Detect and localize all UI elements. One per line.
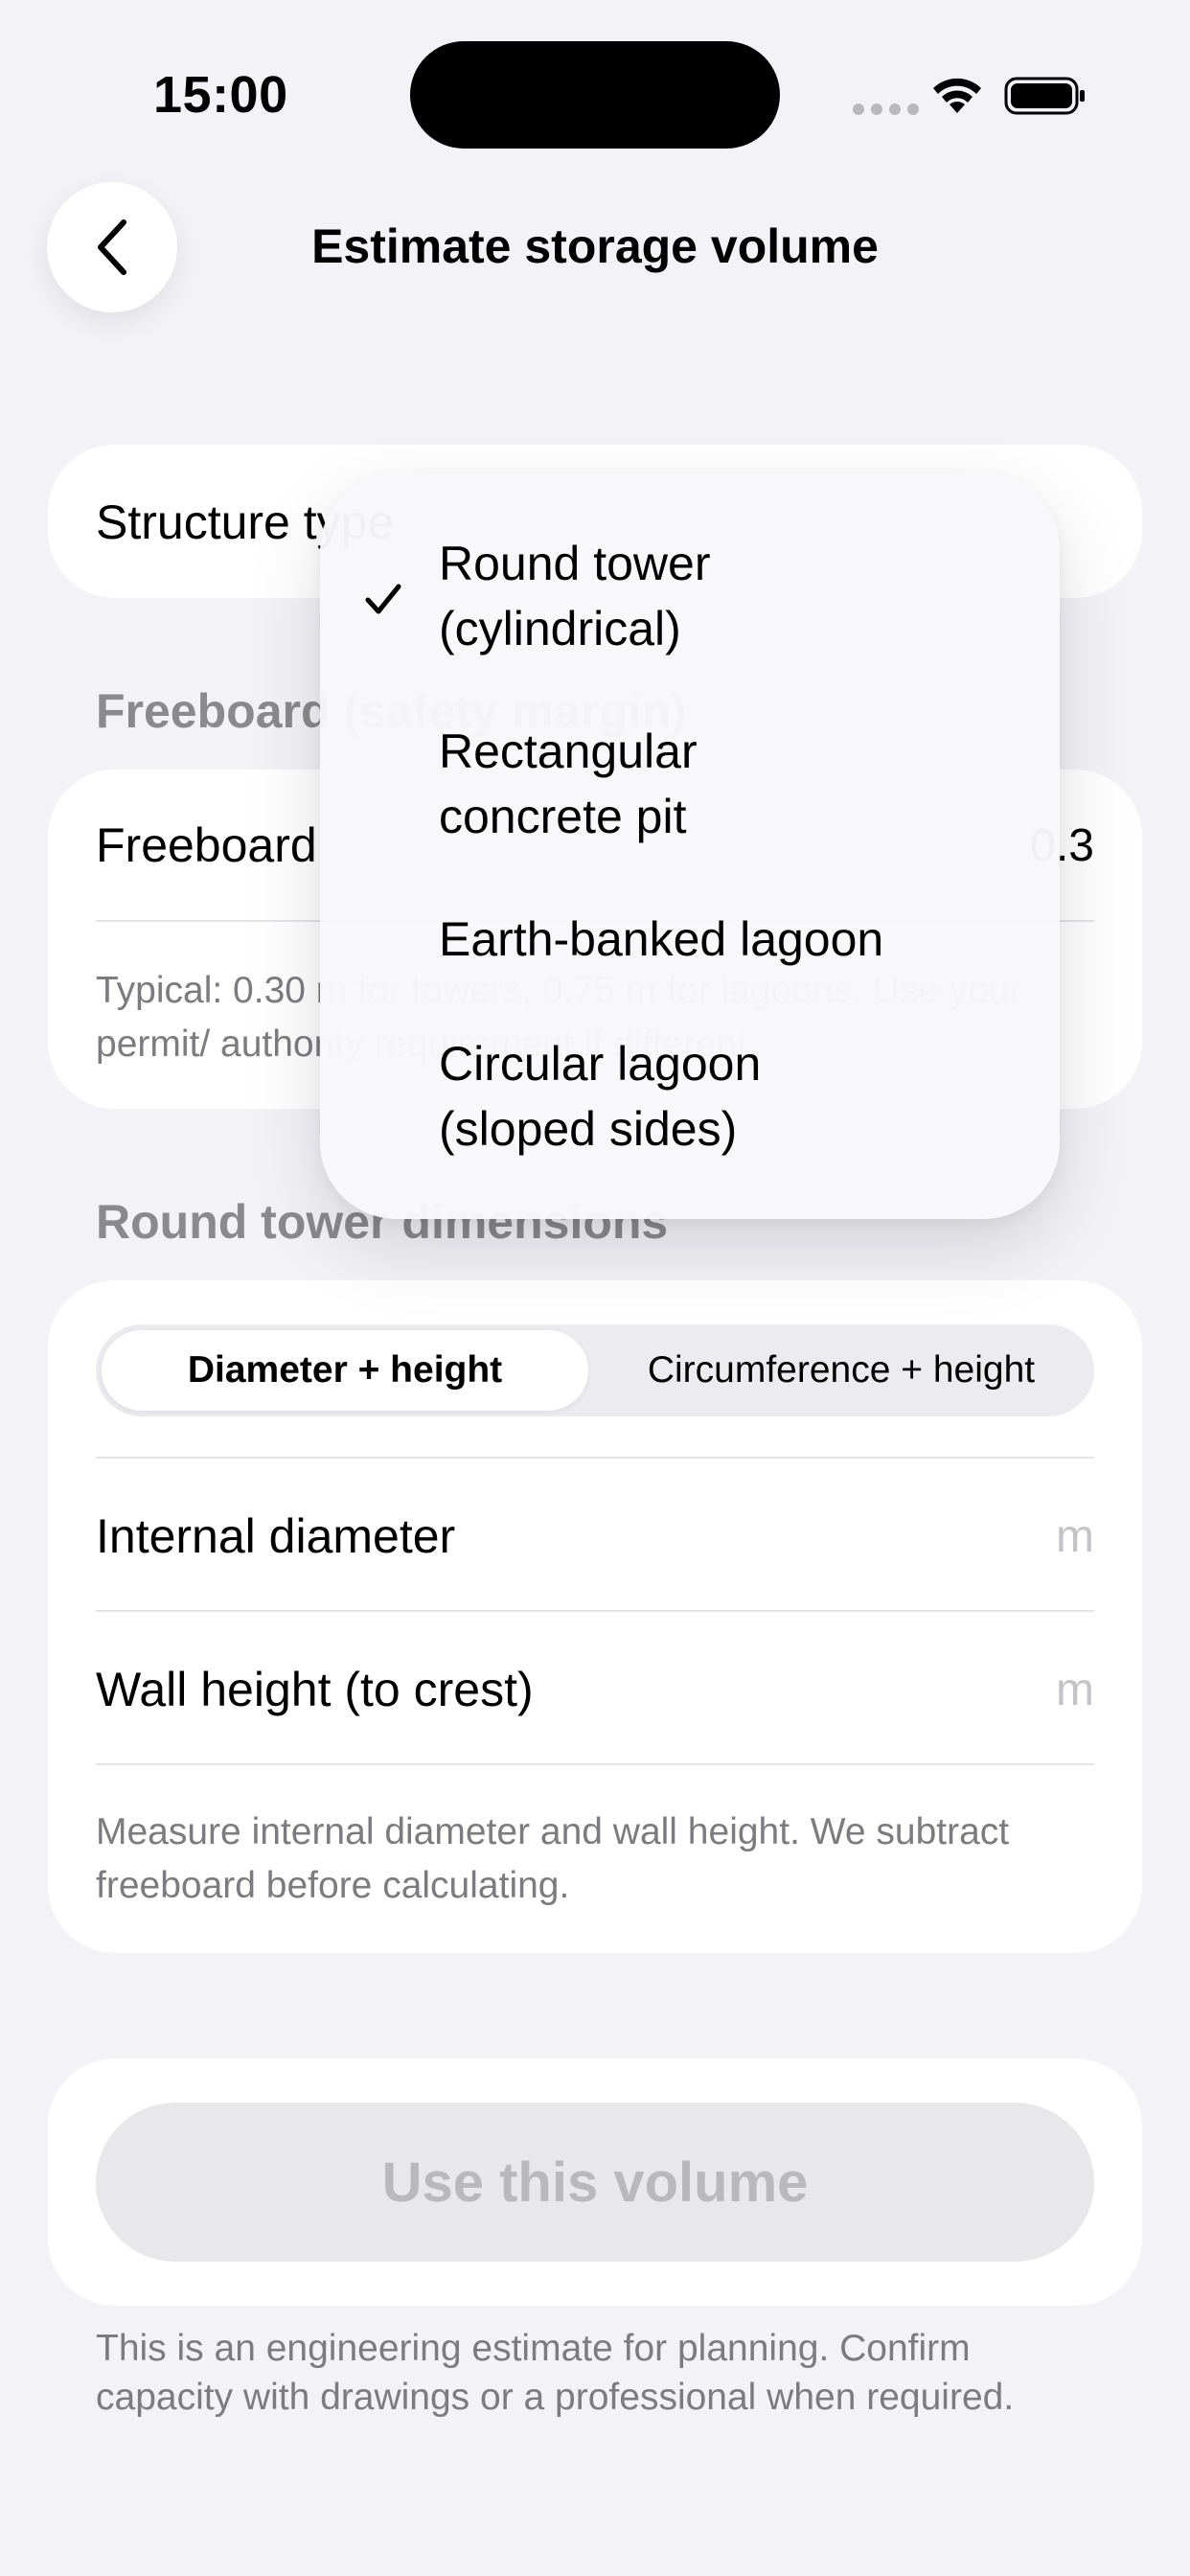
menu-item-rectangular-pit[interactable]: Rectangular concrete pit xyxy=(439,719,1033,849)
segment-diameter-height[interactable]: Diameter + height xyxy=(102,1330,588,1411)
menu-item-label: Round tower xyxy=(439,537,711,590)
use-volume-button[interactable]: Use this volume xyxy=(96,2103,1094,2262)
checkmark-icon xyxy=(365,584,401,614)
menu-item-label: concrete pit xyxy=(439,790,687,843)
page-title: Estimate storage volume xyxy=(311,219,879,273)
measurement-mode-segmented-control: Diameter + height Circumference + height xyxy=(96,1324,1094,1416)
menu-item-earth-banked-lagoon[interactable]: Earth-banked lagoon xyxy=(439,907,1033,972)
dimensions-footnote: Measure internal diameter and wall heigh… xyxy=(96,1811,1010,1906)
menu-item-label: Circular lagoon xyxy=(439,1037,762,1091)
freeboard-label: Freeboard xyxy=(96,818,317,872)
cellular-signal-icon xyxy=(853,104,919,115)
menu-item-label: Earth-banked lagoon xyxy=(439,912,884,966)
menu-item-label: (cylindrical) xyxy=(439,602,681,656)
structure-type-menu: Round tower (cylindrical) Rectangular co… xyxy=(320,473,1060,1219)
divider xyxy=(96,1610,1094,1612)
disclaimer-text: This is an engineering estimate for plan… xyxy=(96,2328,1015,2418)
action-card: Use this volume xyxy=(48,2058,1142,2306)
internal-diameter-input[interactable]: m xyxy=(1056,1510,1094,1563)
internal-diameter-label: Internal diameter xyxy=(96,1509,456,1563)
menu-item-circular-lagoon[interactable]: Circular lagoon (sloped sides) xyxy=(439,1031,1033,1162)
screen: 15:00 Estimate storage volume Structure … xyxy=(0,0,1190,2576)
divider xyxy=(96,1457,1094,1459)
wall-height-label: Wall height (to crest) xyxy=(96,1663,534,1716)
status-time: 15:00 xyxy=(153,66,288,124)
wall-height-input[interactable]: m xyxy=(1056,1664,1094,1716)
battery-icon xyxy=(1004,77,1085,115)
dimensions-card: Diameter + height Circumference + height… xyxy=(48,1280,1142,1953)
menu-item-round-tower[interactable]: Round tower (cylindrical) xyxy=(439,531,1033,661)
wifi-icon xyxy=(933,78,981,113)
divider xyxy=(96,1763,1094,1765)
menu-item-label: (sloped sides) xyxy=(439,1102,738,1156)
menu-item-label: Rectangular xyxy=(439,724,698,778)
segment-circumference-height[interactable]: Circumference + height xyxy=(594,1330,1088,1411)
dynamic-island xyxy=(410,41,780,149)
